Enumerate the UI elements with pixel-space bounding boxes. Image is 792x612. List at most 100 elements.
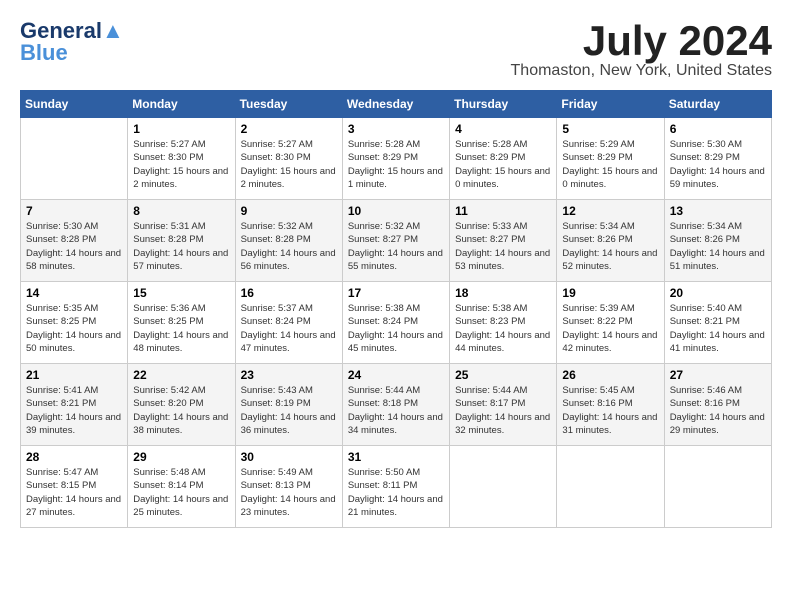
day-info: Sunrise: 5:44 AM Sunset: 8:17 PM Dayligh… xyxy=(455,384,551,437)
day-number: 31 xyxy=(348,450,444,464)
day-info: Sunrise: 5:49 AM Sunset: 8:13 PM Dayligh… xyxy=(241,466,337,519)
location: Thomaston, New York, United States xyxy=(511,62,772,80)
calendar-cell: 23 Sunrise: 5:43 AM Sunset: 8:19 PM Dayli… xyxy=(235,364,342,446)
day-number: 19 xyxy=(562,286,658,300)
day-info: Sunrise: 5:44 AM Sunset: 8:18 PM Dayligh… xyxy=(348,384,444,437)
day-number: 14 xyxy=(26,286,122,300)
calendar-week-row: 1 Sunrise: 5:27 AM Sunset: 8:30 PM Daylig… xyxy=(21,118,772,200)
calendar-cell: 4 Sunrise: 5:28 AM Sunset: 8:29 PM Daylig… xyxy=(450,118,557,200)
calendar-cell: 1Sunrise: 5:27 AM Sunset: 8:30 PM Daylig… xyxy=(128,118,235,200)
day-number: 26 xyxy=(562,368,658,382)
header-monday: Monday xyxy=(128,91,235,118)
day-info: Sunrise: 5:39 AM Sunset: 8:22 PM Dayligh… xyxy=(562,302,658,355)
calendar-week-row: 7 Sunrise: 5:30 AM Sunset: 8:28 PM Daylig… xyxy=(21,200,772,282)
calendar-cell: 21Sunrise: 5:41 AM Sunset: 8:21 PM Dayli… xyxy=(21,364,128,446)
calendar-cell: 27 Sunrise: 5:46 AM Sunset: 8:16 PM Dayli… xyxy=(664,364,771,446)
calendar-cell: 14 Sunrise: 5:35 AM Sunset: 8:25 PM Dayli… xyxy=(21,282,128,364)
day-info: Sunrise: 5:47 AM Sunset: 8:15 PM Dayligh… xyxy=(26,466,122,519)
logo-blue: Blue xyxy=(20,42,68,64)
day-number: 4 xyxy=(455,122,551,136)
day-info: Sunrise: 5:35 AM Sunset: 8:25 PM Dayligh… xyxy=(26,302,122,355)
day-number: 15 xyxy=(133,286,229,300)
calendar-cell: 2Sunrise: 5:27 AM Sunset: 8:30 PM Daylig… xyxy=(235,118,342,200)
header-saturday: Saturday xyxy=(664,91,771,118)
day-number: 20 xyxy=(670,286,766,300)
calendar-cell: 24Sunrise: 5:44 AM Sunset: 8:18 PM Dayli… xyxy=(342,364,449,446)
calendar-cell: 17 Sunrise: 5:38 AM Sunset: 8:24 PM Dayli… xyxy=(342,282,449,364)
day-number: 5 xyxy=(562,122,658,136)
day-number: 18 xyxy=(455,286,551,300)
calendar-cell: 8 Sunrise: 5:31 AM Sunset: 8:28 PM Daylig… xyxy=(128,200,235,282)
calendar-week-row: 21Sunrise: 5:41 AM Sunset: 8:21 PM Dayli… xyxy=(21,364,772,446)
header-wednesday: Wednesday xyxy=(342,91,449,118)
day-number: 13 xyxy=(670,204,766,218)
calendar-cell: 31Sunrise: 5:50 AM Sunset: 8:11 PM Dayli… xyxy=(342,446,449,528)
day-number: 16 xyxy=(241,286,337,300)
day-number: 8 xyxy=(133,204,229,218)
day-info: Sunrise: 5:29 AM Sunset: 8:29 PM Dayligh… xyxy=(562,138,658,191)
day-number: 7 xyxy=(26,204,122,218)
calendar-cell: 10 Sunrise: 5:32 AM Sunset: 8:27 PM Dayli… xyxy=(342,200,449,282)
day-info: Sunrise: 5:30 AM Sunset: 8:29 PM Dayligh… xyxy=(670,138,766,191)
day-number: 3 xyxy=(348,122,444,136)
calendar-cell xyxy=(21,118,128,200)
day-number: 30 xyxy=(241,450,337,464)
calendar-cell: 6 Sunrise: 5:30 AM Sunset: 8:29 PM Daylig… xyxy=(664,118,771,200)
calendar-cell: 9 Sunrise: 5:32 AM Sunset: 8:28 PM Daylig… xyxy=(235,200,342,282)
day-number: 12 xyxy=(562,204,658,218)
day-number: 29 xyxy=(133,450,229,464)
calendar-cell: 13 Sunrise: 5:34 AM Sunset: 8:26 PM Dayli… xyxy=(664,200,771,282)
day-number: 11 xyxy=(455,204,551,218)
day-number: 22 xyxy=(133,368,229,382)
calendar-cell: 15Sunrise: 5:36 AM Sunset: 8:25 PM Dayli… xyxy=(128,282,235,364)
calendar-cell: 25 Sunrise: 5:44 AM Sunset: 8:17 PM Dayli… xyxy=(450,364,557,446)
day-info: Sunrise: 5:40 AM Sunset: 8:21 PM Dayligh… xyxy=(670,302,766,355)
day-info: Sunrise: 5:48 AM Sunset: 8:14 PM Dayligh… xyxy=(133,466,229,519)
calendar-cell: 29 Sunrise: 5:48 AM Sunset: 8:14 PM Dayli… xyxy=(128,446,235,528)
logo: General▲ Blue xyxy=(20,20,124,64)
day-info: Sunrise: 5:27 AM Sunset: 8:30 PM Dayligh… xyxy=(241,138,337,191)
header-tuesday: Tuesday xyxy=(235,91,342,118)
day-info: Sunrise: 5:46 AM Sunset: 8:16 PM Dayligh… xyxy=(670,384,766,437)
calendar-week-row: 14 Sunrise: 5:35 AM Sunset: 8:25 PM Dayli… xyxy=(21,282,772,364)
day-number: 1 xyxy=(133,122,229,136)
logo-text: General▲ xyxy=(20,20,124,42)
day-info: Sunrise: 5:28 AM Sunset: 8:29 PM Dayligh… xyxy=(455,138,551,191)
day-number: 28 xyxy=(26,450,122,464)
day-info: Sunrise: 5:32 AM Sunset: 8:27 PM Dayligh… xyxy=(348,220,444,273)
calendar-cell: 20 Sunrise: 5:40 AM Sunset: 8:21 PM Dayli… xyxy=(664,282,771,364)
calendar-cell: 22Sunrise: 5:42 AM Sunset: 8:20 PM Dayli… xyxy=(128,364,235,446)
day-info: Sunrise: 5:32 AM Sunset: 8:28 PM Dayligh… xyxy=(241,220,337,273)
day-info: Sunrise: 5:38 AM Sunset: 8:23 PM Dayligh… xyxy=(455,302,551,355)
calendar-cell xyxy=(450,446,557,528)
day-number: 10 xyxy=(348,204,444,218)
calendar-week-row: 28 Sunrise: 5:47 AM Sunset: 8:15 PM Dayli… xyxy=(21,446,772,528)
day-info: Sunrise: 5:34 AM Sunset: 8:26 PM Dayligh… xyxy=(670,220,766,273)
day-info: Sunrise: 5:43 AM Sunset: 8:19 PM Dayligh… xyxy=(241,384,337,437)
day-info: Sunrise: 5:38 AM Sunset: 8:24 PM Dayligh… xyxy=(348,302,444,355)
day-number: 6 xyxy=(670,122,766,136)
calendar-table: SundayMondayTuesdayWednesdayThursdayFrid… xyxy=(20,90,772,528)
calendar-cell: 30 Sunrise: 5:49 AM Sunset: 8:13 PM Dayli… xyxy=(235,446,342,528)
calendar-cell xyxy=(664,446,771,528)
day-info: Sunrise: 5:31 AM Sunset: 8:28 PM Dayligh… xyxy=(133,220,229,273)
day-number: 25 xyxy=(455,368,551,382)
calendar-cell: 12Sunrise: 5:34 AM Sunset: 8:26 PM Dayli… xyxy=(557,200,664,282)
day-info: Sunrise: 5:28 AM Sunset: 8:29 PM Dayligh… xyxy=(348,138,444,191)
day-info: Sunrise: 5:30 AM Sunset: 8:28 PM Dayligh… xyxy=(26,220,122,273)
calendar-cell: 18 Sunrise: 5:38 AM Sunset: 8:23 PM Dayli… xyxy=(450,282,557,364)
day-number: 21 xyxy=(26,368,122,382)
day-number: 27 xyxy=(670,368,766,382)
header-friday: Friday xyxy=(557,91,664,118)
day-info: Sunrise: 5:33 AM Sunset: 8:27 PM Dayligh… xyxy=(455,220,551,273)
calendar-cell: 11 Sunrise: 5:33 AM Sunset: 8:27 PM Dayli… xyxy=(450,200,557,282)
header-sunday: Sunday xyxy=(21,91,128,118)
day-number: 23 xyxy=(241,368,337,382)
day-number: 9 xyxy=(241,204,337,218)
day-number: 17 xyxy=(348,286,444,300)
calendar-cell: 19 Sunrise: 5:39 AM Sunset: 8:22 PM Dayli… xyxy=(557,282,664,364)
calendar-cell: 3 Sunrise: 5:28 AM Sunset: 8:29 PM Daylig… xyxy=(342,118,449,200)
calendar-cell: 16Sunrise: 5:37 AM Sunset: 8:24 PM Dayli… xyxy=(235,282,342,364)
month-title: July 2024 xyxy=(511,20,772,62)
day-info: Sunrise: 5:45 AM Sunset: 8:16 PM Dayligh… xyxy=(562,384,658,437)
